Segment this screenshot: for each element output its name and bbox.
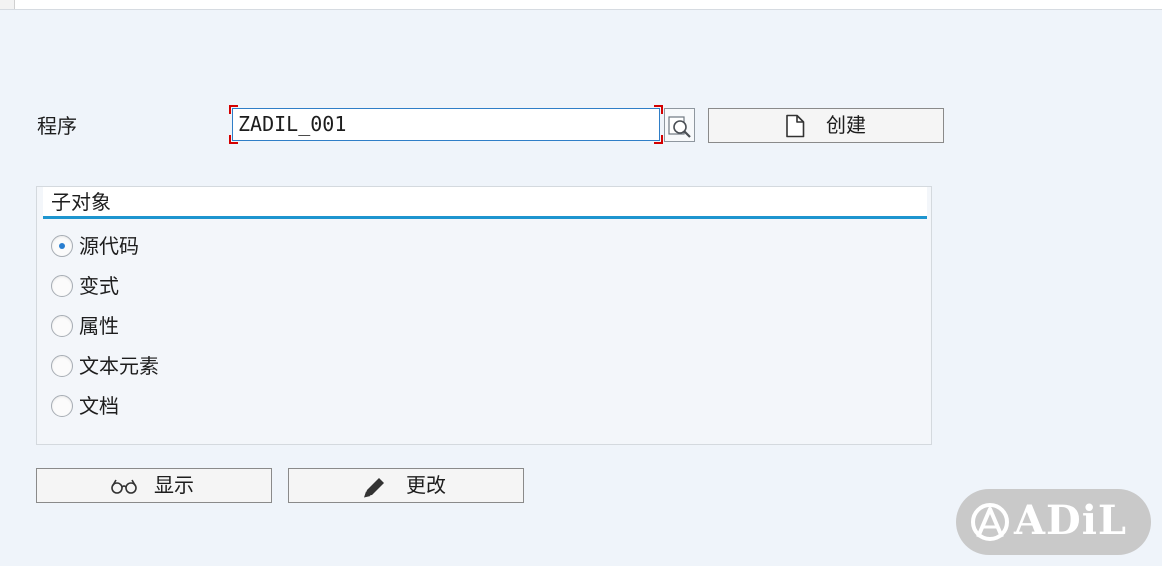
focus-corner — [229, 105, 238, 114]
glasses-icon — [111, 479, 137, 494]
pencil-icon — [364, 478, 384, 498]
radio-button[interactable] — [51, 275, 73, 297]
change-button[interactable]: 更改 — [288, 468, 524, 503]
radio-label: 源代码 — [79, 234, 139, 258]
adil-logo: ADiL — [956, 489, 1151, 555]
value-help-button[interactable] — [664, 108, 695, 142]
subobjects-header: 子对象 — [43, 187, 927, 219]
radio-label: 文档 — [79, 394, 119, 418]
adil-logo-text: ADiL — [1014, 497, 1128, 544]
display-button-label: 显示 — [154, 473, 194, 497]
focus-corner — [229, 135, 238, 144]
radio-label: 属性 — [79, 314, 119, 338]
search-help-icon — [668, 116, 691, 138]
radio-label: 变式 — [79, 274, 119, 298]
left-frame-edge — [0, 0, 15, 9]
create-button[interactable]: 创建 — [708, 108, 944, 143]
create-button-label: 创建 — [826, 113, 866, 137]
radio-label: 文本元素 — [79, 354, 159, 378]
radio-button-selected[interactable] — [51, 235, 73, 257]
top-toolbar-edge — [0, 0, 1162, 10]
program-input[interactable]: ZADIL_001 — [229, 105, 663, 144]
new-document-icon — [786, 114, 805, 138]
display-button[interactable]: 显示 — [36, 468, 272, 503]
radio-button[interactable] — [51, 355, 73, 377]
subobjects-title: 子对象 — [51, 190, 111, 214]
subobjects-group: 子对象 源代码 变式 属性 文本元素 文档 — [36, 186, 932, 445]
program-input-value: ZADIL_001 — [238, 112, 347, 136]
radio-button[interactable] — [51, 395, 73, 417]
radio-button[interactable] — [51, 315, 73, 337]
change-button-label: 更改 — [406, 473, 446, 497]
focus-corner — [654, 135, 663, 144]
focus-corner — [654, 105, 663, 114]
adil-logo-mark-icon — [971, 503, 1009, 541]
program-label: 程序 — [37, 114, 77, 138]
